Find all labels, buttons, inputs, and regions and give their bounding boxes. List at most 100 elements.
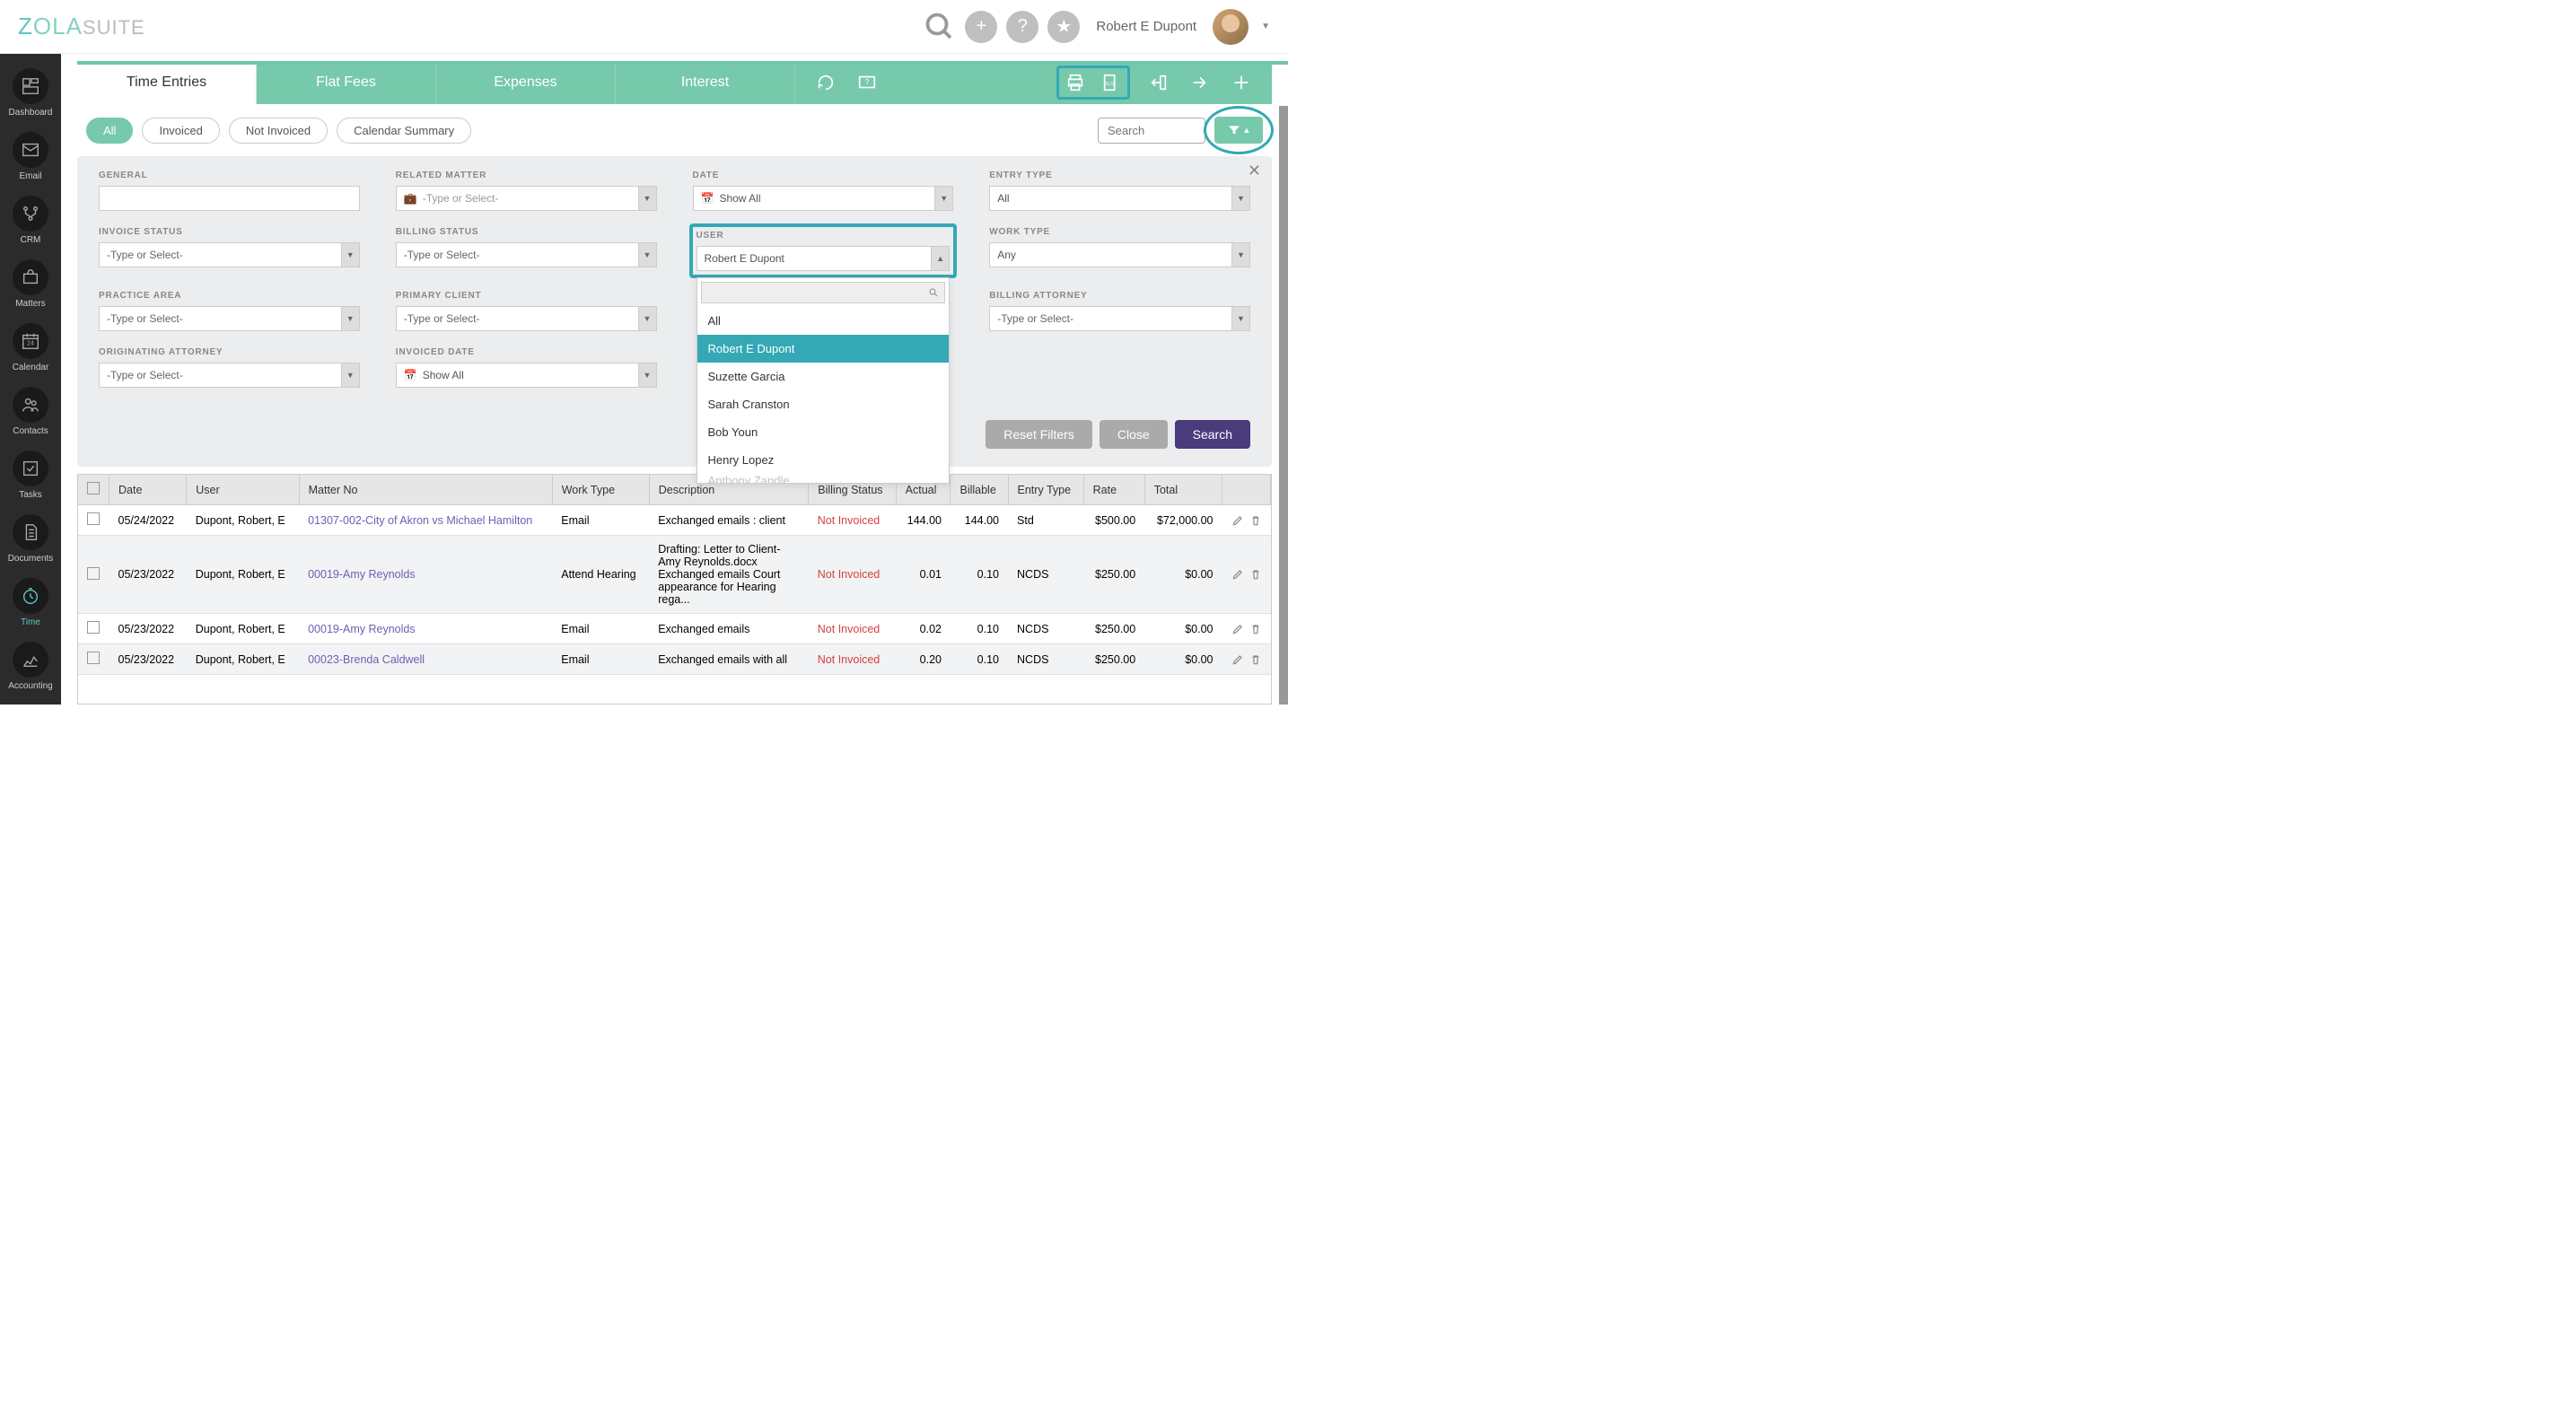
- user-option[interactable]: Sarah Cranston: [697, 390, 950, 418]
- close-button[interactable]: Close: [1100, 420, 1168, 449]
- dropdown-toggle[interactable]: ▼: [1232, 186, 1250, 211]
- user-option[interactable]: Robert E Dupont: [697, 335, 950, 363]
- edit-icon[interactable]: [1231, 514, 1244, 527]
- sidebar-item-matters[interactable]: Matters: [5, 252, 56, 316]
- row-checkbox[interactable]: [87, 621, 100, 634]
- sidebar-item-documents[interactable]: Documents: [5, 507, 56, 571]
- filter-work-type: Work TypeAny▼: [989, 227, 1250, 275]
- delete-icon[interactable]: [1249, 514, 1262, 527]
- table-row: 05/23/2022Dupont, Robert, E00019-Amy Rey…: [78, 614, 1271, 644]
- dropdown-toggle[interactable]: ▼: [342, 306, 360, 331]
- pill-calendar-summary[interactable]: Calendar Summary: [337, 118, 471, 144]
- filter-invoice-status: Invoice Status-Type or Select-▼: [99, 227, 360, 275]
- reset-filters-button[interactable]: Reset Filters: [986, 420, 1092, 449]
- chevron-down-icon[interactable]: ▼: [1261, 22, 1270, 31]
- filter-panel: ✕ General Related Matter💼-Type or Select…: [77, 156, 1272, 467]
- filter-pills: All Invoiced Not Invoiced Calendar Summa…: [61, 104, 1288, 156]
- add-button[interactable]: +: [965, 11, 997, 43]
- dropdown-toggle[interactable]: ▼: [639, 306, 657, 331]
- delete-icon[interactable]: [1249, 623, 1262, 635]
- help-button[interactable]: ?: [1006, 11, 1038, 43]
- table-row: 05/24/2022Dupont, Robert, E01307-002-Cit…: [78, 505, 1271, 536]
- tab-flat-fees[interactable]: Flat Fees: [257, 61, 436, 104]
- row-checkbox[interactable]: [87, 652, 100, 664]
- dropdown-toggle[interactable]: ▼: [1232, 306, 1250, 331]
- scrollbar[interactable]: [1279, 106, 1288, 704]
- user-option[interactable]: Bob Youn: [697, 418, 950, 446]
- star-button[interactable]: ★: [1047, 11, 1080, 43]
- filter-originating-attorney: Originating Attorney-Type or Select-▼: [99, 347, 360, 388]
- app-logo: ZOLASUITE: [18, 13, 145, 40]
- table-row: 05/23/2022Dupont, Robert, E00019-Amy Rey…: [78, 536, 1271, 614]
- svg-text:24: 24: [27, 339, 34, 347]
- edit-icon[interactable]: [1231, 653, 1244, 666]
- filter-user: UserRobert E Dupont▲ All Robert E Dupont…: [689, 223, 958, 278]
- export-highlight: XLS: [1056, 66, 1130, 100]
- user-option[interactable]: Henry Lopez: [697, 446, 950, 474]
- tab-expenses[interactable]: Expenses: [436, 61, 616, 104]
- dropdown-toggle[interactable]: ▼: [639, 363, 657, 388]
- edit-icon[interactable]: [1231, 623, 1244, 635]
- close-icon[interactable]: ✕: [1248, 162, 1261, 180]
- forward-icon[interactable]: [1187, 70, 1213, 95]
- dropdown-toggle[interactable]: ▼: [342, 363, 360, 388]
- row-checkbox[interactable]: [87, 567, 100, 580]
- print-icon[interactable]: [1063, 70, 1088, 95]
- import-icon[interactable]: [1146, 70, 1171, 95]
- filter-invoiced-date: Invoiced Date📅 Show All▼: [396, 347, 657, 388]
- dropdown-toggle[interactable]: ▼: [639, 242, 657, 267]
- refresh-icon[interactable]: [813, 70, 838, 95]
- tab-toolbar: ? XLS: [795, 61, 1272, 104]
- sidebar-item-contacts[interactable]: Contacts: [5, 380, 56, 443]
- row-checkbox[interactable]: [87, 512, 100, 525]
- delete-icon[interactable]: [1249, 653, 1262, 666]
- help-panel-icon[interactable]: ?: [854, 70, 880, 95]
- dropdown-toggle[interactable]: ▲: [932, 246, 950, 271]
- delete-icon[interactable]: [1249, 568, 1262, 581]
- sidebar-item-email[interactable]: Email: [5, 125, 56, 188]
- pill-all[interactable]: All: [86, 118, 133, 144]
- user-option[interactable]: All: [697, 307, 950, 335]
- dropdown-toggle[interactable]: ▼: [639, 186, 657, 211]
- sidebar-item-accounting[interactable]: Accounting: [5, 634, 56, 698]
- filter-billing-attorney: Billing Attorney-Type or Select-▼: [989, 291, 1250, 331]
- sidebar-item-calendar[interactable]: 24Calendar: [5, 316, 56, 380]
- user-dropdown: All Robert E Dupont Suzette Garcia Sarah…: [697, 277, 951, 484]
- page-tabs: Time Entries Flat Fees Expenses Interest…: [77, 61, 1272, 104]
- pill-invoiced[interactable]: Invoiced: [142, 118, 219, 144]
- filter-entry-type: Entry TypeAll▼: [989, 171, 1250, 211]
- pill-not-invoiced[interactable]: Not Invoiced: [229, 118, 328, 144]
- search-button[interactable]: Search: [1175, 420, 1250, 449]
- dropdown-toggle[interactable]: ▼: [935, 186, 953, 211]
- results-table: Date User Matter No Work Type Descriptio…: [77, 474, 1272, 704]
- tab-time-entries[interactable]: Time Entries: [77, 61, 257, 104]
- svg-text:?: ?: [865, 78, 870, 86]
- user-option[interactable]: Anthony Zandle: [697, 474, 950, 483]
- add-entry-icon[interactable]: [1229, 70, 1254, 95]
- export-xls-icon[interactable]: XLS: [1099, 70, 1124, 95]
- dropdown-toggle[interactable]: ▼: [342, 242, 360, 267]
- user-option[interactable]: Suzette Garcia: [697, 363, 950, 390]
- filter-related-matter: Related Matter💼-Type or Select-▼: [396, 171, 657, 211]
- sidebar-item-crm[interactable]: CRM: [5, 188, 56, 252]
- filter-billing-status: Billing Status-Type or Select-▼: [396, 227, 657, 275]
- avatar[interactable]: [1213, 9, 1249, 45]
- user-search-input[interactable]: [701, 282, 946, 303]
- filter-toggle-button[interactable]: ▲: [1214, 117, 1263, 144]
- general-input[interactable]: [99, 186, 360, 211]
- filter-date: Date📅 Show All▼: [693, 171, 954, 211]
- edit-icon[interactable]: [1231, 568, 1244, 581]
- dropdown-toggle[interactable]: ▼: [1232, 242, 1250, 267]
- filter-primary-client: Primary Client-Type or Select-▼: [396, 291, 657, 331]
- tab-interest[interactable]: Interest: [616, 61, 795, 104]
- search-icon[interactable]: [924, 11, 956, 43]
- sidebar: Dashboard Email CRM Matters 24Calendar C…: [0, 54, 61, 704]
- svg-text:XLS: XLS: [1105, 82, 1115, 87]
- content: Time Entries Flat Fees Expenses Interest…: [61, 54, 1288, 704]
- sidebar-item-time[interactable]: Time: [5, 571, 56, 634]
- filter-practice-area: Practice Area-Type or Select-▼: [99, 291, 360, 331]
- search-input[interactable]: [1098, 118, 1205, 144]
- select-all-checkbox[interactable]: [87, 482, 100, 494]
- sidebar-item-dashboard[interactable]: Dashboard: [5, 61, 56, 125]
- sidebar-item-tasks[interactable]: Tasks: [5, 443, 56, 507]
